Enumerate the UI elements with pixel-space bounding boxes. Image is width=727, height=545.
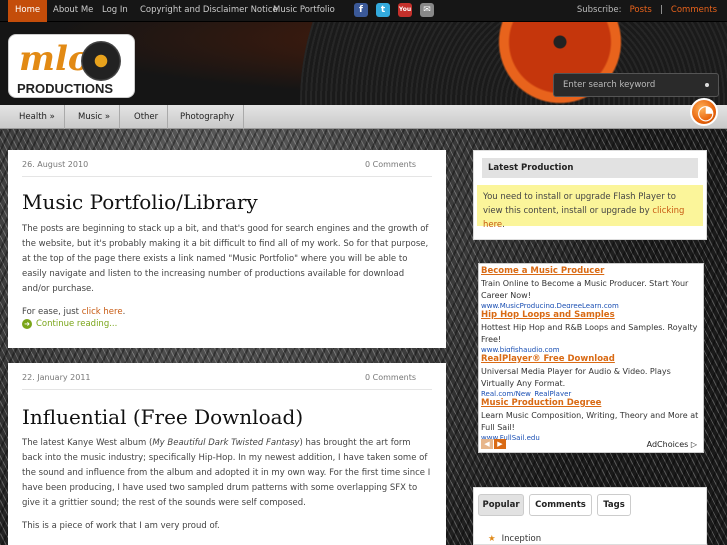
divider <box>22 176 432 177</box>
subscribe-links: Subscribe: Posts | Comments <box>577 0 717 22</box>
menu-item-photography[interactable]: Photography <box>171 105 245 129</box>
logo-text: PRODUCTIONS <box>17 81 114 96</box>
ad-url[interactable]: www.bigfishaudio.com <box>481 346 701 352</box>
album-title: My Beautiful Dark Twisted Fantasy <box>152 438 300 448</box>
ad-item[interactable]: RealPlayer® Free Download Universal Medi… <box>481 354 701 396</box>
text: The latest Kanye West album ( <box>22 438 153 448</box>
post-body: The latest Kanye West album (My Beautifu… <box>22 436 432 542</box>
record-icon <box>81 41 121 81</box>
post-paragraph: The posts are beginning to stack up a bi… <box>22 224 429 294</box>
rss-feed-icon[interactable]: ◔ <box>690 98 718 126</box>
arrow-right-icon: ➜ <box>22 319 32 329</box>
menu-item-music[interactable]: Music » <box>69 105 121 129</box>
ad-title[interactable]: Hip Hop Loops and Samples <box>481 310 701 320</box>
subscribe-separator: | <box>659 5 663 15</box>
divider <box>22 389 432 390</box>
ad-description: Learn Music Composition, Writing, Theory… <box>481 411 699 432</box>
ad-description: Universal Media Player for Audio & Video… <box>481 367 671 388</box>
flash-text: You need to install or upgrade Flash Pla… <box>483 192 676 216</box>
subscribe-posts-link[interactable]: Posts <box>630 5 652 15</box>
ad-description: Hottest Hip Hop and R&B Loops and Sample… <box>481 323 698 344</box>
continue-reading-link[interactable]: ➜ Continue reading... <box>22 319 117 329</box>
post-title[interactable]: Influential (Free Download) <box>22 405 303 429</box>
text: ) has brought the art form back into the… <box>22 438 431 508</box>
ad-url[interactable]: Real.com/New_RealPlayer <box>481 390 701 396</box>
post-date: 22. January 2011 <box>22 373 91 382</box>
post-paragraph: The latest Kanye West album (My Beautifu… <box>22 436 432 511</box>
email-icon[interactable]: ✉ <box>420 3 434 17</box>
header-banner: mlo PRODUCTIONS Enter search keyword <box>0 22 727 105</box>
post-influential: 22. January 2011 0 Comments Influential … <box>8 363 446 545</box>
subscribe-comments-link[interactable]: Comments <box>671 5 717 15</box>
top-bar: Home About Me Log In Copyright and Discl… <box>0 0 727 22</box>
topnav-music-portfolio[interactable]: Music Portfolio <box>266 0 342 22</box>
main-menu: Health » Music » Other Photography <box>0 105 727 129</box>
ad-item[interactable]: Hip Hop Loops and Samples Hottest Hip Ho… <box>481 310 701 352</box>
search-icon[interactable] <box>705 83 709 87</box>
continue-label: Continue reading... <box>36 319 118 329</box>
popular-item[interactable]: ★ Inception <box>488 534 541 544</box>
star-icon: ★ <box>488 534 496 544</box>
popular-item-label: Inception <box>501 534 542 544</box>
twitter-icon[interactable]: t <box>376 3 390 17</box>
post-comments-link[interactable]: 0 Comments <box>365 373 416 382</box>
ad-title[interactable]: Music Production Degree <box>481 398 701 408</box>
search-input[interactable]: Enter search keyword <box>553 73 719 97</box>
click-here-link[interactable]: click here <box>82 307 123 317</box>
ad-block: Become a Music Producer Train Online to … <box>478 263 704 453</box>
search-placeholder: Enter search keyword <box>563 80 656 90</box>
text: . <box>502 220 505 230</box>
post-body: The posts are beginning to stack up a bi… <box>22 222 432 328</box>
youtube-icon[interactable]: You <box>398 3 412 17</box>
latest-production-widget: Latest Production You need to install or… <box>473 150 707 240</box>
logo-letters: mlo <box>19 39 91 79</box>
topnav-home[interactable]: Home <box>8 0 48 22</box>
menu-item-other[interactable]: Other <box>125 105 169 129</box>
topnav-copyright[interactable]: Copyright and Disclaimer Notice <box>133 0 285 22</box>
text: . <box>122 307 126 317</box>
tab-popular[interactable]: Popular <box>478 494 524 516</box>
ad-url[interactable]: www.MusicProducing.DegreeLearn.com <box>481 302 701 308</box>
tab-comments[interactable]: Comments <box>529 494 592 516</box>
widget-title: Latest Production <box>482 158 698 178</box>
next-arrow-icon[interactable]: ▶ <box>494 439 506 449</box>
post-music-portfolio: 26. August 2010 0 Comments Music Portfol… <box>8 150 446 348</box>
ad-description: Train Online to Become a Music Producer.… <box>481 279 689 300</box>
post-paragraph: For ease, just click here. <box>22 305 432 320</box>
tab-tags[interactable]: Tags <box>597 494 631 516</box>
facebook-icon[interactable]: f <box>354 3 368 17</box>
post-paragraph: This is a piece of work that I am very p… <box>22 521 220 531</box>
ad-item[interactable]: Music Production Degree Learn Music Comp… <box>481 398 701 440</box>
adchoices-link[interactable]: AdChoices ▷ <box>647 440 697 449</box>
flash-notice: You need to install or upgrade Flash Pla… <box>477 185 703 230</box>
text: For ease, just <box>22 307 82 317</box>
post-title[interactable]: Music Portfolio/Library <box>22 190 258 214</box>
prev-arrow-icon[interactable]: ◀ <box>481 439 493 449</box>
post-comments-link[interactable]: 0 Comments <box>365 160 416 169</box>
site-logo[interactable]: mlo PRODUCTIONS <box>8 34 135 98</box>
topnav-login[interactable]: Log In <box>95 0 135 22</box>
tabs-widget: Popular Comments Tags ★ Inception <box>473 487 707 545</box>
ad-title[interactable]: RealPlayer® Free Download <box>481 354 701 364</box>
topnav-about[interactable]: About Me <box>46 0 100 22</box>
ad-item[interactable]: Become a Music Producer Train Online to … <box>481 266 701 308</box>
post-date: 26. August 2010 <box>22 160 89 169</box>
subscribe-label: Subscribe: <box>576 5 622 15</box>
ad-title[interactable]: Become a Music Producer <box>481 266 701 276</box>
menu-item-health[interactable]: Health » <box>10 105 65 129</box>
